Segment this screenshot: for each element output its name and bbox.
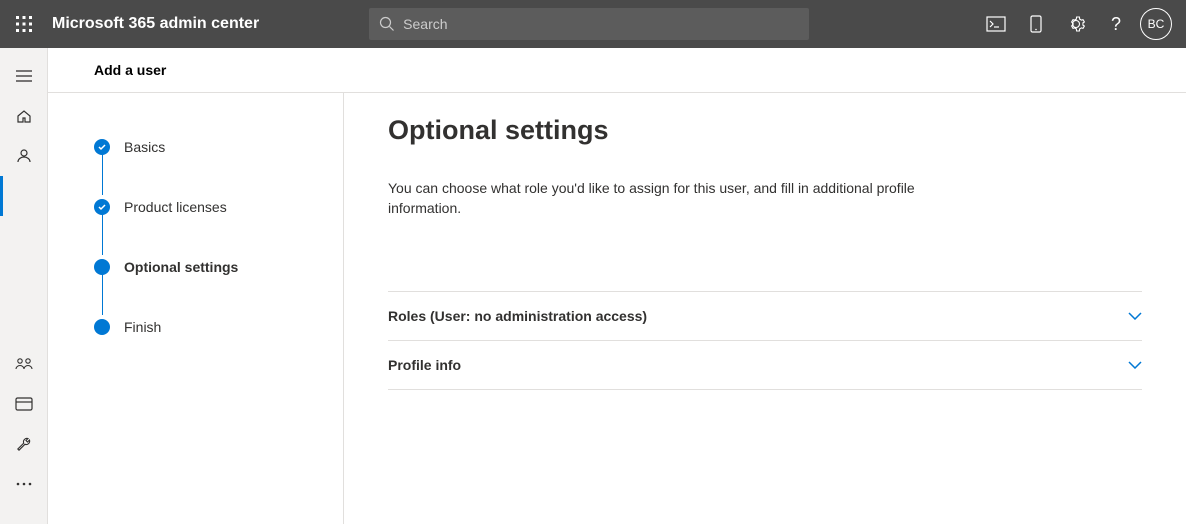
shell-console-button[interactable] (976, 0, 1016, 48)
nav-billing[interactable] (0, 384, 48, 424)
content-area: Optional settings You can choose what ro… (344, 93, 1186, 524)
left-nav-rail (0, 48, 48, 524)
settings-button[interactable] (1056, 0, 1096, 48)
wizard-steps: Basics Product licenses Optional setting… (48, 93, 344, 524)
page-description: You can choose what role you'd like to a… (388, 178, 928, 219)
wizard-step-finish[interactable]: Finish (94, 315, 323, 339)
search-icon (379, 16, 395, 32)
section-label: Roles (User: no administration access) (388, 308, 647, 324)
step-upcoming-icon (94, 319, 110, 335)
step-label: Optional settings (124, 259, 238, 275)
app-launcher-button[interactable] (0, 0, 48, 48)
step-current-icon (94, 259, 110, 275)
section-label: Profile info (388, 357, 461, 373)
step-done-icon (94, 199, 110, 215)
panel-title: Add a user (48, 48, 1186, 93)
wizard-step-optional[interactable]: Optional settings (94, 255, 323, 279)
wizard-step-basics[interactable]: Basics (94, 135, 323, 159)
search-input[interactable] (403, 16, 799, 32)
nav-users[interactable] (0, 136, 48, 176)
search-box[interactable] (369, 8, 809, 40)
group-icon (15, 357, 33, 371)
ellipsis-icon (16, 482, 32, 486)
main-panel: Add a user Basics Product licenses (48, 48, 1186, 524)
mobile-icon (1030, 15, 1042, 33)
console-icon (986, 16, 1006, 32)
chevron-down-icon (1128, 361, 1142, 369)
roles-section-toggle[interactable]: Roles (User: no administration access) (388, 291, 1142, 340)
hamburger-icon (16, 69, 32, 83)
account-avatar[interactable]: BC (1140, 8, 1172, 40)
avatar-initials: BC (1148, 17, 1165, 31)
help-icon: ? (1111, 14, 1121, 35)
app-title: Microsoft 365 admin center (52, 15, 259, 33)
step-label: Finish (124, 319, 161, 335)
home-icon (16, 108, 32, 124)
step-label: Basics (124, 139, 165, 155)
page-title: Optional settings (388, 115, 1142, 146)
top-header: Microsoft 365 admin center ? BC (0, 0, 1186, 48)
nav-toggle-button[interactable] (0, 56, 48, 96)
chevron-down-icon (1128, 312, 1142, 320)
nav-home[interactable] (0, 96, 48, 136)
wizard-step-licenses[interactable]: Product licenses (94, 195, 323, 219)
profile-section-toggle[interactable]: Profile info (388, 340, 1142, 389)
help-button[interactable]: ? (1096, 0, 1136, 48)
waffle-icon (16, 16, 32, 32)
gear-icon (1067, 15, 1085, 33)
step-done-icon (94, 139, 110, 155)
nav-groups[interactable] (0, 344, 48, 384)
user-icon (16, 148, 32, 164)
nav-active-item[interactable] (0, 176, 48, 216)
nav-setup[interactable] (0, 424, 48, 464)
mobile-button[interactable] (1016, 0, 1056, 48)
card-icon (15, 397, 33, 411)
nav-more[interactable] (0, 464, 48, 504)
step-label: Product licenses (124, 199, 227, 215)
wrench-icon (16, 436, 32, 452)
